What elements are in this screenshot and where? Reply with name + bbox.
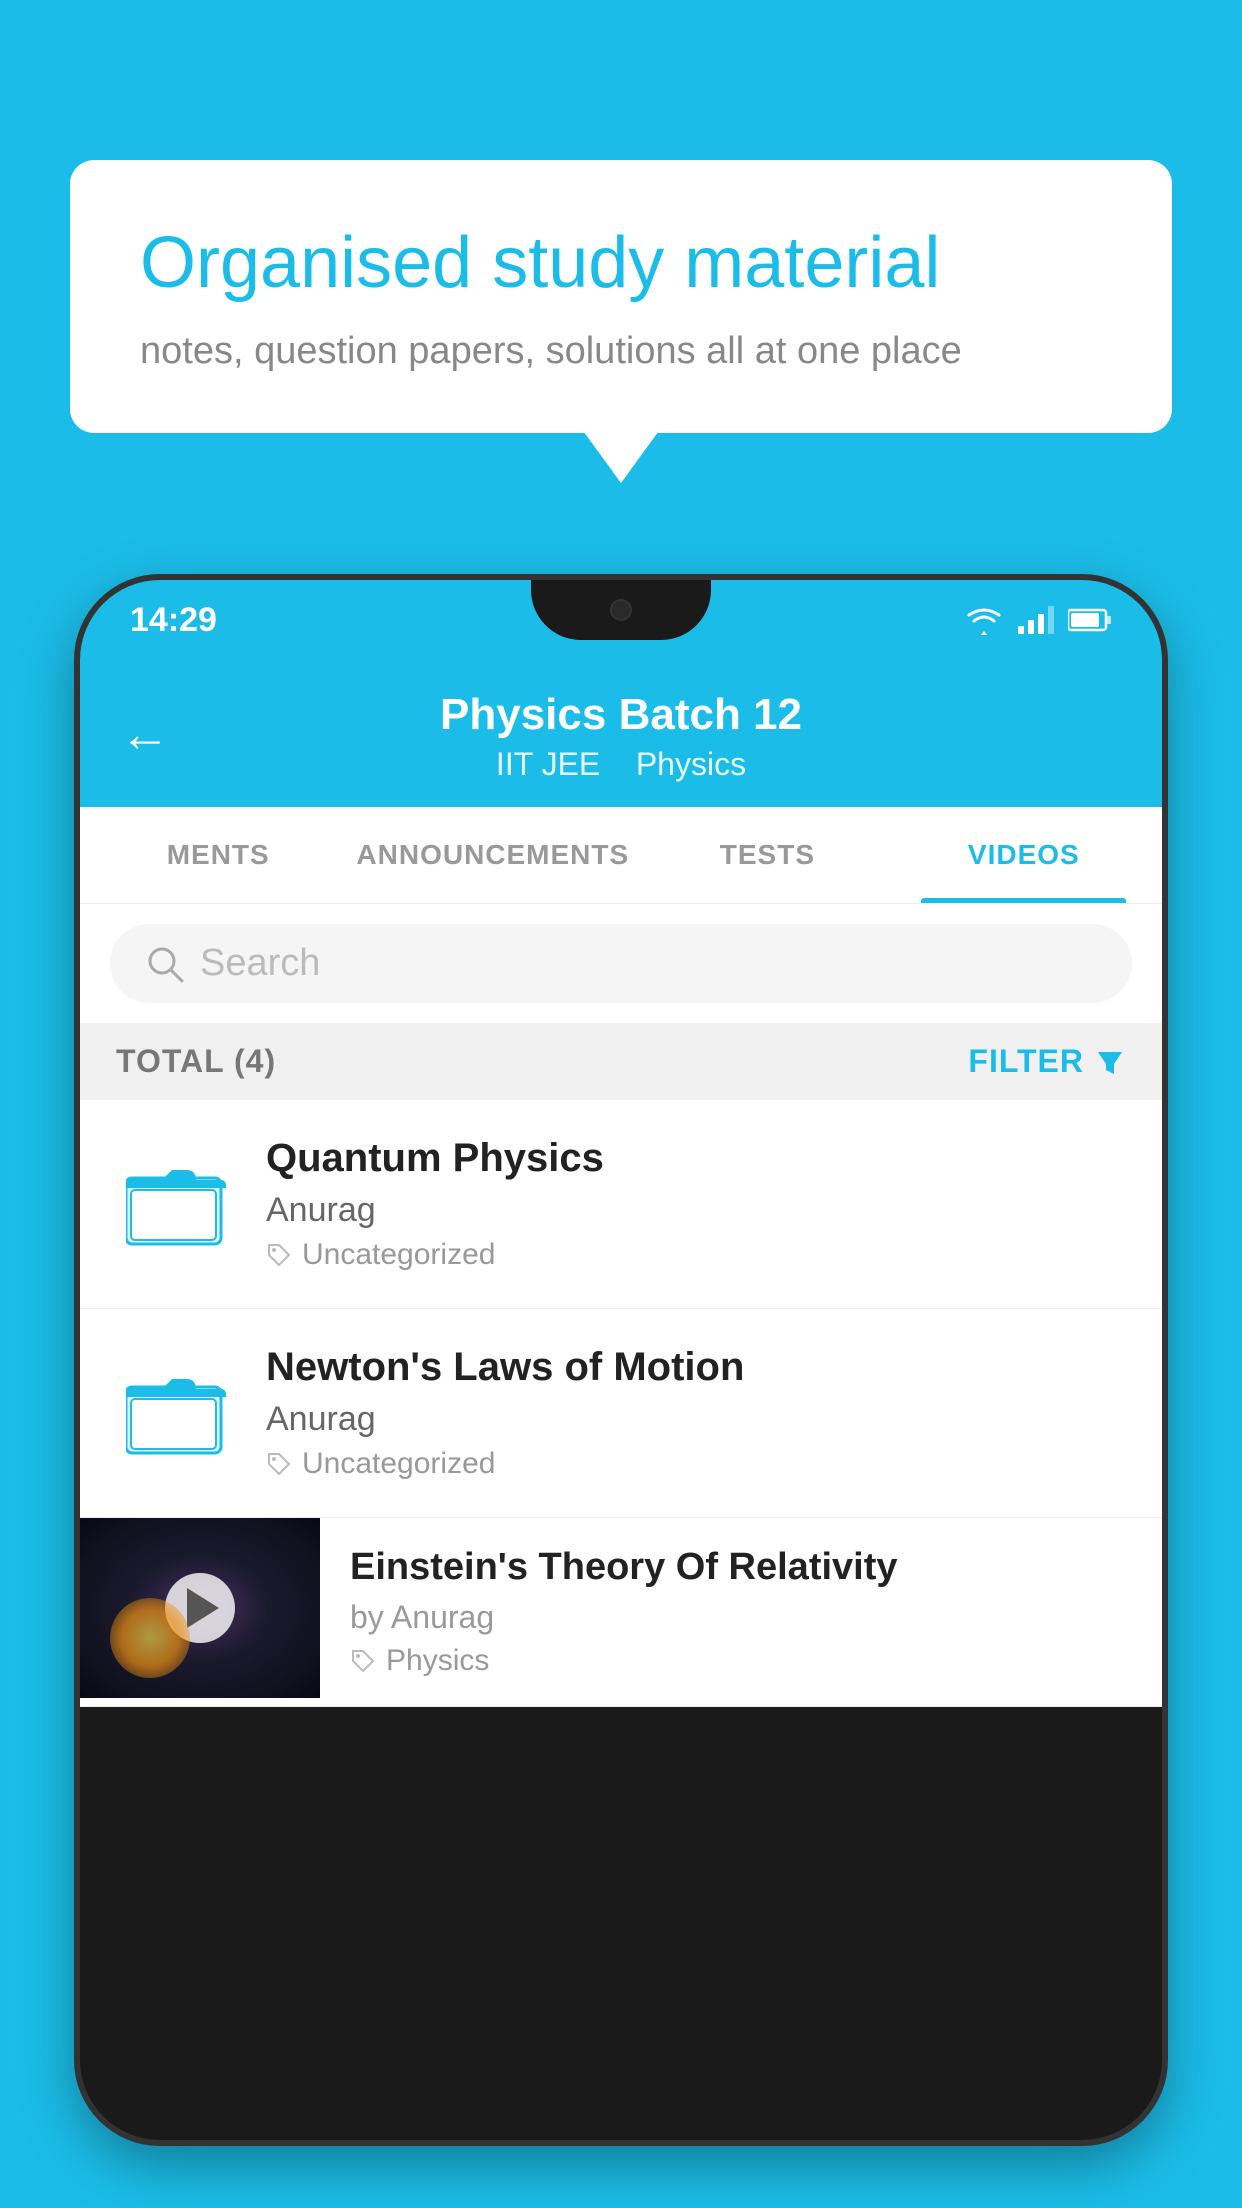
video-info-2: Newton's Laws of Motion Anurag Uncategor…	[266, 1345, 1126, 1481]
video-thumbnail-3	[80, 1518, 320, 1698]
speech-bubble: Organised study material notes, question…	[70, 160, 1172, 433]
video-author-3: by Anurag	[350, 1599, 1132, 1636]
folder-icon	[126, 1160, 226, 1248]
tag-icon	[266, 1451, 292, 1477]
tab-announcements[interactable]: ANNOUNCEMENTS	[346, 807, 639, 903]
search-icon	[146, 945, 184, 983]
glow-orb	[110, 1598, 190, 1678]
video-thumbnail-1	[116, 1144, 236, 1264]
list-item[interactable]: Quantum Physics Anurag Uncategorized	[80, 1100, 1162, 1309]
video-title-2: Newton's Laws of Motion	[266, 1345, 1126, 1390]
tag-icon	[350, 1648, 376, 1674]
thumb-bg	[80, 1518, 320, 1698]
camera-dot	[610, 599, 632, 621]
tabs-bar: MENTS ANNOUNCEMENTS TESTS VIDEOS	[80, 807, 1162, 904]
phone-frame: 14:29	[80, 580, 1162, 2140]
bubble-title: Organised study material	[140, 220, 1102, 306]
video-tag-3: Physics	[350, 1644, 1132, 1678]
video-thumbnail-2	[116, 1353, 236, 1473]
video-title-3: Einstein's Theory Of Relativity	[350, 1546, 1132, 1589]
phone-notch	[531, 580, 711, 640]
status-icons	[964, 605, 1112, 635]
total-label: TOTAL (4)	[116, 1043, 276, 1080]
phone-wrapper: 14:29	[80, 580, 1162, 2208]
back-button[interactable]: ←	[120, 705, 170, 763]
subtitle-part1: IIT JEE	[496, 746, 600, 782]
video-author-1: Anurag	[266, 1191, 1126, 1230]
header-title: Physics Batch 12	[120, 690, 1122, 740]
speech-bubble-wrapper: Organised study material notes, question…	[70, 160, 1172, 433]
search-container: Search	[80, 904, 1162, 1023]
tab-videos[interactable]: VIDEOS	[896, 807, 1152, 903]
wifi-icon	[964, 605, 1004, 635]
status-time: 14:29	[130, 601, 217, 640]
video-author-2: Anurag	[266, 1400, 1126, 1439]
filter-button[interactable]: FILTER	[968, 1043, 1126, 1080]
video-info-1: Quantum Physics Anurag Uncategorized	[266, 1136, 1126, 1272]
app-header: ← Physics Batch 12 IIT JEE Physics	[80, 660, 1162, 807]
signal-icon	[1018, 606, 1054, 634]
video-tag-1: Uncategorized	[266, 1238, 1126, 1272]
filter-icon	[1094, 1046, 1126, 1078]
search-placeholder: Search	[200, 942, 320, 985]
header-subtitle: IIT JEE Physics	[120, 746, 1122, 783]
video-info-3: Einstein's Theory Of Relativity by Anura…	[320, 1518, 1162, 1706]
video-title-1: Quantum Physics	[266, 1136, 1126, 1181]
battery-icon	[1068, 607, 1112, 633]
subtitle-part2: Physics	[636, 746, 746, 782]
filter-bar: TOTAL (4) FILTER	[80, 1023, 1162, 1100]
tag-icon	[266, 1242, 292, 1268]
folder-icon	[126, 1369, 226, 1457]
play-triangle-icon	[187, 1588, 219, 1628]
video-list: Quantum Physics Anurag Uncategorized	[80, 1100, 1162, 1707]
video-tag-2: Uncategorized	[266, 1447, 1126, 1481]
tab-ments[interactable]: MENTS	[90, 807, 346, 903]
list-item[interactable]: Einstein's Theory Of Relativity by Anura…	[80, 1518, 1162, 1707]
tab-tests[interactable]: TESTS	[639, 807, 895, 903]
list-item[interactable]: Newton's Laws of Motion Anurag Uncategor…	[80, 1309, 1162, 1518]
search-box[interactable]: Search	[110, 924, 1132, 1003]
bubble-subtitle: notes, question papers, solutions all at…	[140, 330, 1102, 373]
